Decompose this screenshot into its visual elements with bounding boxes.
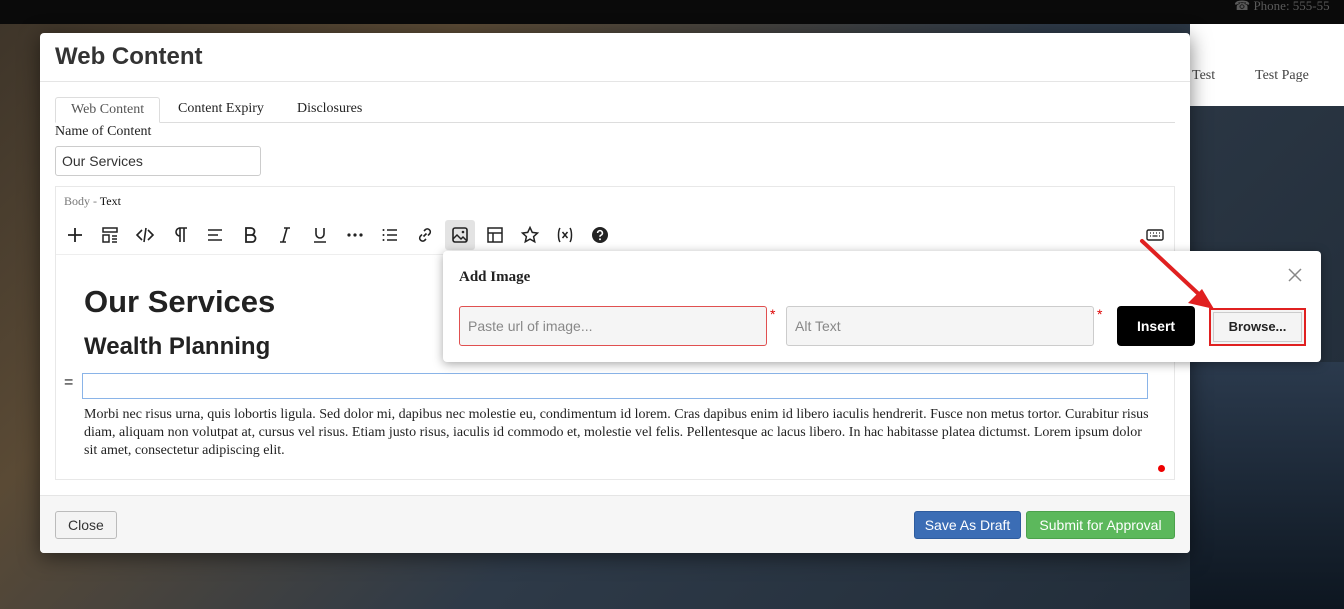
align-icon[interactable] — [200, 220, 230, 250]
phone-number: ☎ Phone: 555-55 — [1234, 0, 1330, 12]
close-icon[interactable] — [1285, 265, 1305, 285]
help-icon[interactable] — [585, 220, 615, 250]
table-icon[interactable] — [480, 220, 510, 250]
editor-toolbar — [56, 215, 1174, 255]
name-of-content-input[interactable] — [55, 146, 261, 176]
required-marker: * — [1097, 306, 1103, 322]
empty-block[interactable] — [82, 373, 1148, 399]
layout-icon[interactable] — [95, 220, 125, 250]
add-image-title: Add Image — [459, 269, 531, 285]
more-icon[interactable] — [340, 220, 370, 250]
browse-button[interactable]: Browse... — [1209, 308, 1306, 346]
background-image — [1190, 362, 1344, 609]
content-paragraph: Morbi nec risus urna, quis lobortis ligu… — [84, 407, 1149, 458]
block-handle[interactable]: = — [64, 374, 73, 392]
body-label: Body - Text — [64, 194, 121, 209]
tab-web-content[interactable]: Web Content — [55, 97, 161, 123]
tab-disclosures[interactable]: Disclosures — [282, 97, 377, 123]
add-image-popup: Add Image * * Insert Browse... — [443, 251, 1321, 362]
content-heading-2: Wealth Planning — [84, 333, 271, 360]
modal-title: Web Content — [55, 43, 203, 70]
close-button[interactable]: Close — [55, 511, 117, 539]
tab-content-expiry[interactable]: Content Expiry — [163, 97, 279, 123]
site-topbar: ☎ Phone: 555-55 — [0, 0, 1344, 24]
paragraph-icon[interactable] — [165, 220, 195, 250]
star-icon[interactable] — [515, 220, 545, 250]
underline-icon[interactable] — [305, 220, 335, 250]
site-header-bg — [1190, 24, 1344, 106]
plus-icon[interactable] — [60, 220, 90, 250]
save-as-draft-button[interactable]: Save As Draft — [914, 511, 1021, 539]
keyboard-icon[interactable] — [1140, 220, 1170, 250]
status-dot — [1158, 465, 1165, 472]
nav-link-test[interactable]: Test — [1192, 68, 1215, 84]
browse-button-label: Browse... — [1228, 319, 1287, 334]
code-icon[interactable] — [130, 220, 160, 250]
insert-button[interactable]: Insert — [1117, 306, 1195, 346]
alt-text-input[interactable] — [786, 306, 1094, 346]
modal-footer: Close Save As Draft Submit for Approval — [40, 495, 1190, 553]
modal-header: Web Content — [40, 33, 1190, 82]
link-icon[interactable] — [410, 220, 440, 250]
name-of-content-label: Name of Content — [55, 124, 152, 139]
body-type: Text — [99, 194, 121, 208]
tab-bar: Web Content Content Expiry Disclosures — [55, 97, 1175, 123]
italic-icon[interactable] — [270, 220, 300, 250]
content-heading-1: Our Services — [84, 284, 276, 319]
image-url-input[interactable] — [459, 306, 767, 346]
list-icon[interactable] — [375, 220, 405, 250]
nav-link-test-page[interactable]: Test Page — [1255, 68, 1309, 84]
bold-icon[interactable] — [235, 220, 265, 250]
variable-icon[interactable] — [550, 220, 580, 250]
required-marker: * — [770, 306, 776, 322]
submit-for-approval-button[interactable]: Submit for Approval — [1026, 511, 1175, 539]
image-icon[interactable] — [445, 220, 475, 250]
body-label-prefix: Body - — [64, 194, 97, 208]
